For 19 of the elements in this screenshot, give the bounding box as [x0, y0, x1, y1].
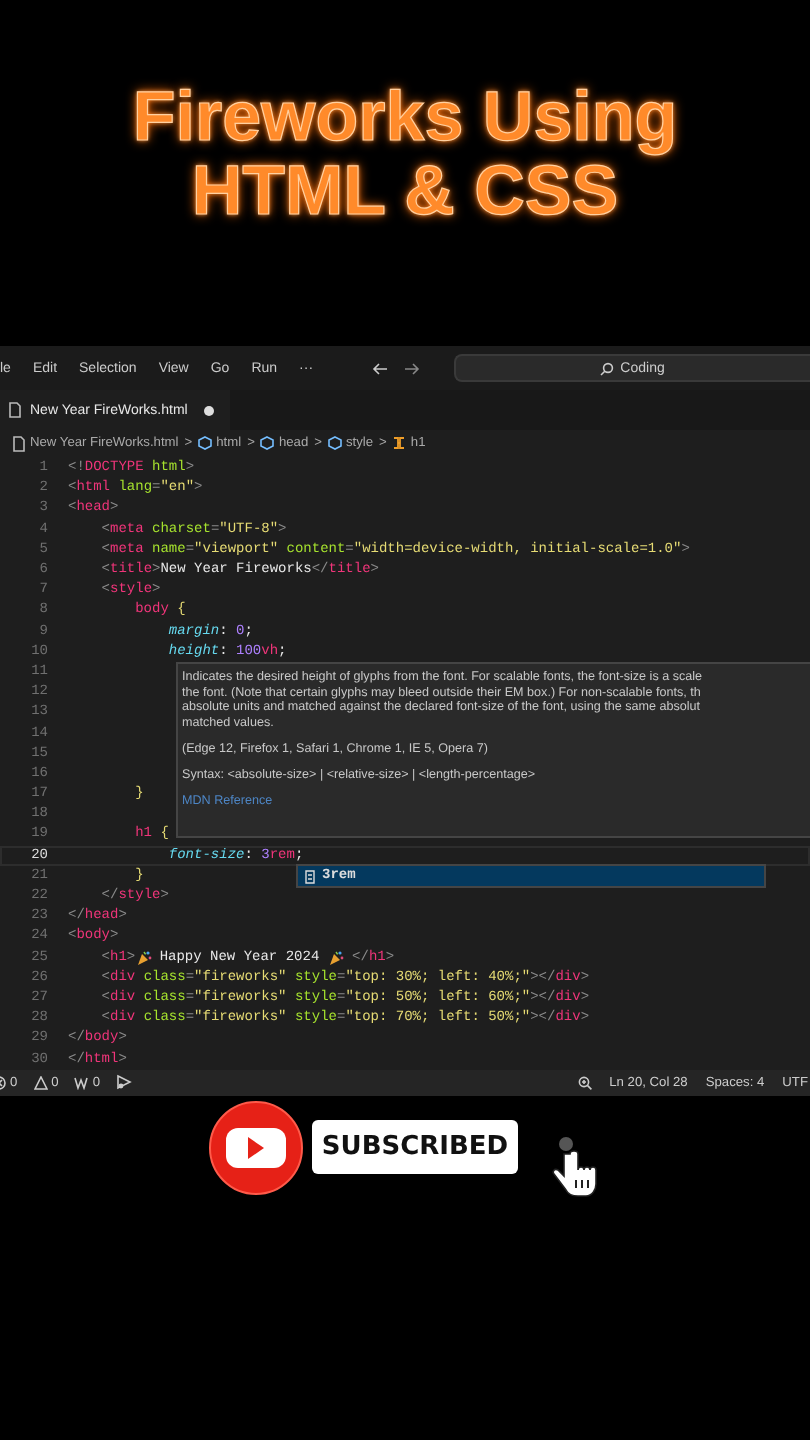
cube-icon [260, 436, 275, 450]
forward-arrow-icon[interactable] [403, 361, 420, 375]
video-title: HTML & CSS [191, 154, 619, 228]
share-icon[interactable] [116, 1074, 133, 1091]
hand-cursor-icon [550, 1135, 603, 1200]
file-icon [8, 402, 22, 418]
party-popper-icon [135, 949, 152, 966]
file-icon [12, 435, 26, 451]
search-icon [600, 361, 615, 375]
zoom-icon[interactable] [577, 1075, 592, 1090]
play-logo-icon [207, 1099, 304, 1196]
video-title: Fireworks Using [132, 80, 678, 154]
warning-icon [33, 1075, 48, 1090]
subscribe-button[interactable]: SUBSCRIBED [311, 1120, 519, 1175]
value-icon [304, 869, 316, 883]
cube-icon [198, 436, 213, 450]
cube-icon [327, 436, 342, 450]
back-arrow-icon[interactable] [371, 361, 388, 375]
party-popper-icon [327, 949, 344, 966]
